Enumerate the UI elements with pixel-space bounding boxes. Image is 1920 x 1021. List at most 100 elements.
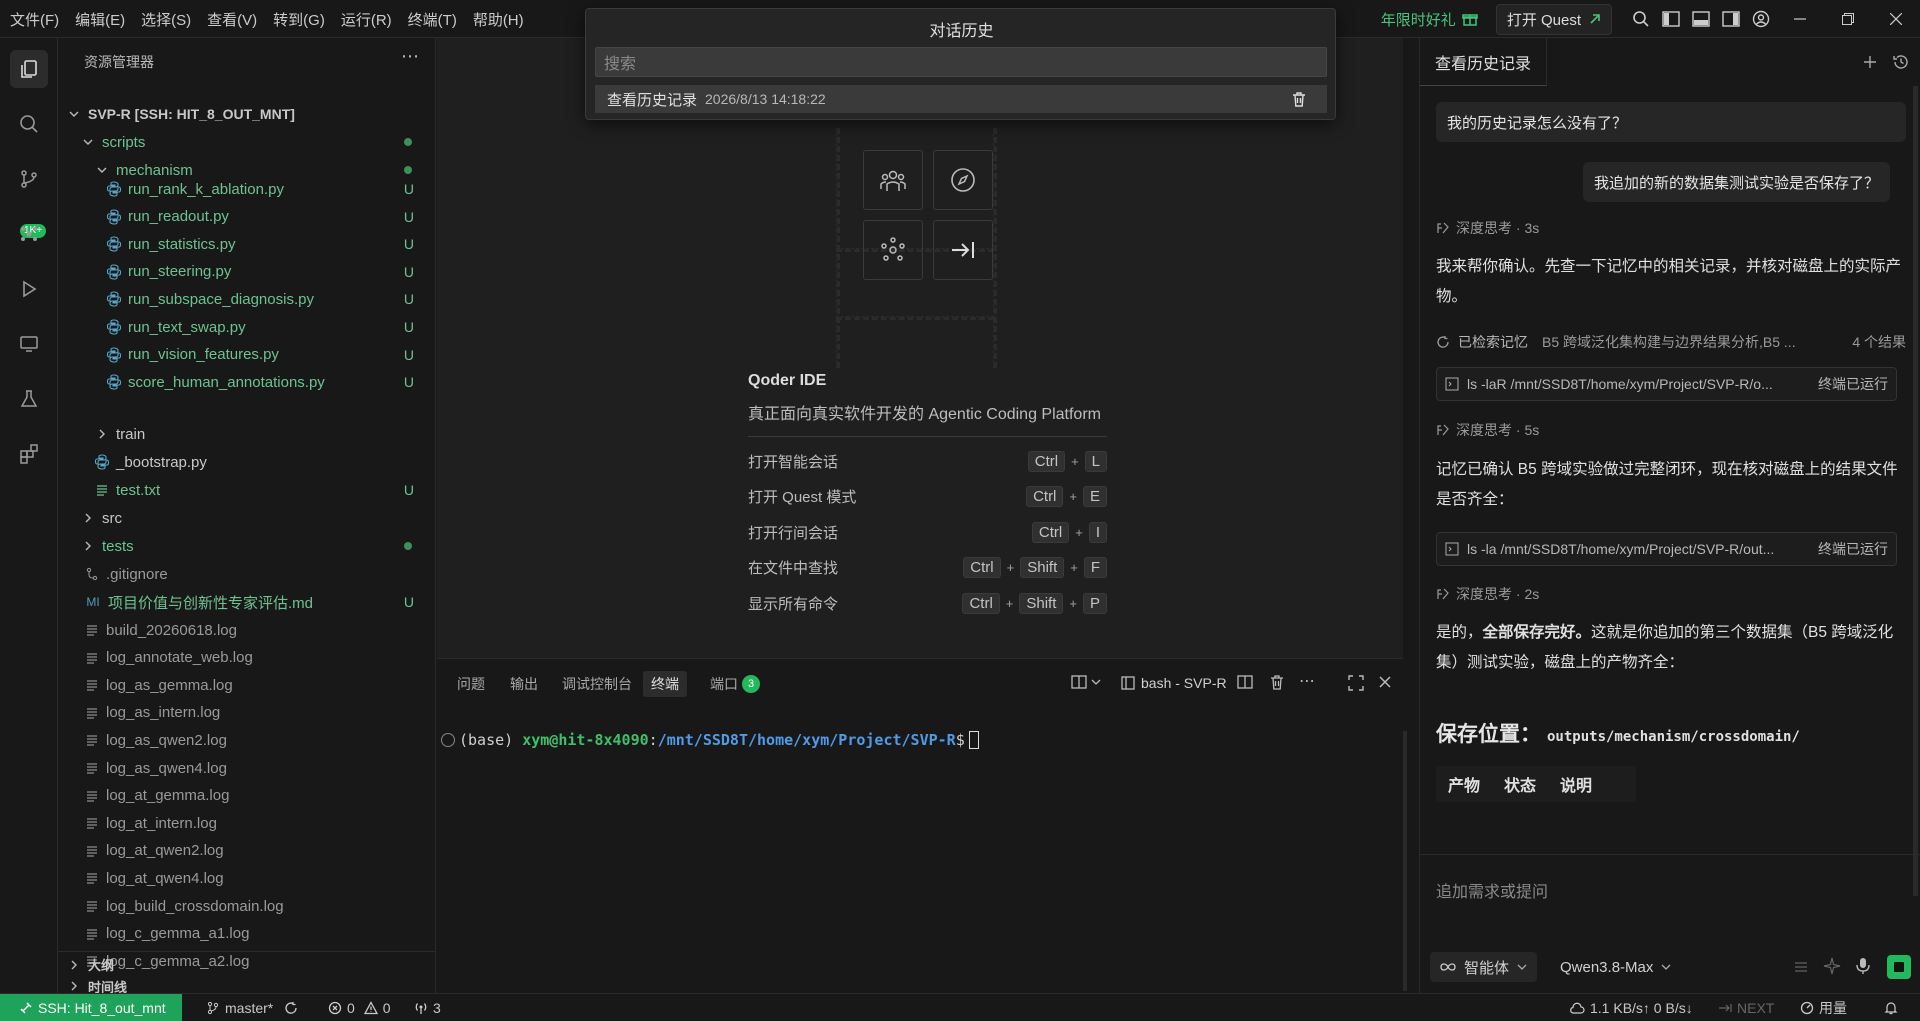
toggle-sidebar-icon[interactable] — [1656, 4, 1686, 34]
timeline-section[interactable]: 时间线 — [58, 979, 436, 995]
file-log-at-qwen4-log[interactable]: log_at_qwen4.log — [58, 865, 436, 891]
usage-indicator[interactable]: 用量 — [1800, 994, 1847, 1021]
terminal-tool-call[interactable]: ls -laR /mnt/SSD8T/home/xym/Project/SVP-… — [1436, 367, 1897, 401]
terminal-prompt[interactable]: (base) xym@hit-8x4090 : /mnt/SSD8T/home/… — [441, 731, 979, 749]
file-log-as-qwen4-log[interactable]: log_as_qwen4.log — [58, 755, 436, 781]
split-terminal-dropdown[interactable] — [1071, 675, 1101, 689]
file-run-subspace-diagnosis-py[interactable]: run_subspace_diagnosis.py U — [58, 286, 436, 312]
open-quest-button[interactable]: 打开 Quest — [1495, 3, 1612, 35]
more-icon[interactable]: ⋯ — [1299, 671, 1315, 691]
file-bootstrap[interactable]: _bootstrap.py — [58, 449, 436, 475]
restore-icon[interactable] — [1824, 0, 1872, 38]
extensions-icon[interactable] — [10, 435, 48, 473]
extensions-network-icon[interactable] — [10, 215, 48, 253]
history-item[interactable]: 查看历史记录 2026/8/13 14:18:22 — [595, 85, 1327, 113]
menu-file[interactable]: 文件(F) — [2, 9, 67, 30]
more-actions-icon[interactable]: ⋯ — [401, 46, 419, 67]
menu-view[interactable]: 查看(V) — [199, 9, 265, 30]
file-run-statistics-py[interactable]: run_statistics.py U — [58, 231, 436, 257]
chat-scrollbar[interactable] — [1913, 86, 1918, 896]
tree-root[interactable]: SVP-R [SSH: HIT_8_OUT_MNT] — [58, 101, 436, 127]
file-log-at-gemma-log[interactable]: log_at_gemma.log — [58, 783, 436, 809]
tab-terminal[interactable]: 终端 — [643, 671, 687, 697]
memory-retrieval[interactable]: 已检索记忆 B5 跨域泛化集构建与边界结果分析,B5 ... 4 个结果 — [1436, 332, 1906, 352]
team-icon[interactable] — [863, 150, 923, 210]
explorer-icon[interactable] — [10, 50, 48, 88]
menu-edit[interactable]: 编辑(E) — [67, 9, 133, 30]
file-run-readout-py[interactable]: run_readout.py U — [58, 204, 436, 230]
tab-output[interactable]: 输出 — [502, 671, 546, 697]
shortcut-row[interactable]: 打开 Quest 模式 Ctrl + E — [748, 484, 1107, 510]
file-log-build-crossdomain-log[interactable]: log_build_crossdomain.log — [58, 893, 436, 919]
file-run-rank-k-ablation-py[interactable]: run_rank_k_ablation.py U — [58, 176, 436, 202]
history-icon[interactable] — [1892, 53, 1910, 71]
bell-icon[interactable] — [1884, 994, 1898, 1021]
remote-explorer-icon[interactable] — [10, 325, 48, 363]
deep-think-indicator[interactable]: 深度思考 · 5s — [1436, 420, 1539, 440]
sync-icon[interactable] — [284, 1001, 298, 1015]
folder-scripts[interactable]: scripts — [58, 129, 436, 155]
problems-indicator[interactable]: 0 0 — [328, 994, 391, 1021]
remote-indicator[interactable]: SSH: Hit_8_out_mnt — [0, 994, 182, 1021]
file-log-annotate-web-log[interactable]: log_annotate_web.log — [58, 645, 436, 671]
git-branch[interactable]: master* — [206, 994, 298, 1021]
file-log-at-qwen2-log[interactable]: log_at_qwen2.log — [58, 838, 436, 864]
file-log-as-gemma-log[interactable]: log_as_gemma.log — [58, 672, 436, 698]
tab-problems[interactable]: 问题 — [449, 671, 493, 697]
trash-icon[interactable] — [1291, 91, 1307, 107]
file-log-c-gemma-a1-log[interactable]: log_c_gemma_a1.log — [58, 921, 436, 947]
terminal-tool-call[interactable]: ls -la /mnt/SSD8T/home/xym/Project/SVP-R… — [1436, 532, 1897, 566]
shortcut-row[interactable]: 打开行间会话 Ctrl + I — [748, 519, 1107, 545]
deep-think-indicator[interactable]: 深度思考 · 2s — [1436, 584, 1539, 604]
chat-tab[interactable]: 查看历史记录 — [1420, 38, 1548, 86]
network-speed[interactable]: 1.1 KB/s↑ 0 B/s↓ — [1569, 994, 1693, 1021]
folder-src[interactable]: src — [58, 505, 436, 531]
maximize-panel-icon[interactable] — [1348, 675, 1364, 691]
deep-think-indicator[interactable]: 深度思考 · 3s — [1436, 218, 1539, 238]
network-icon[interactable] — [863, 220, 923, 280]
stop-button[interactable] — [1887, 955, 1911, 979]
close-window-icon[interactable] — [1872, 0, 1920, 38]
file-test-txt[interactable]: test.txt U — [58, 477, 436, 503]
chat-input[interactable]: 追加需求或提问 — [1436, 878, 1548, 902]
file-score-human-annotations-py[interactable]: score_human_annotations.py U — [58, 369, 436, 395]
file-log-as-qwen2-log[interactable]: log_as_qwen2.log — [58, 727, 436, 753]
promo-link[interactable]: 年限时好礼 — [1381, 9, 1478, 30]
new-chat-icon[interactable] — [1863, 55, 1877, 69]
file-run-text-swap-py[interactable]: run_text_swap.py U — [58, 314, 436, 340]
search-view-icon[interactable] — [10, 105, 48, 143]
menu-selection[interactable]: 选择(S) — [133, 9, 199, 30]
menu-help[interactable]: 帮助(H) — [465, 9, 532, 30]
folder-train[interactable]: train — [58, 421, 436, 447]
arrow-right-to-line-icon[interactable] — [933, 220, 993, 280]
compass-icon[interactable] — [933, 150, 993, 210]
microphone-icon[interactable] — [1855, 957, 1871, 975]
source-control-icon[interactable] — [10, 160, 48, 198]
shortcut-row[interactable]: 打开智能会话 Ctrl + L — [748, 448, 1107, 474]
menu-terminal[interactable]: 终端(T) — [400, 9, 465, 30]
outline-section[interactable]: 大纲 — [58, 951, 436, 977]
file-gitignore[interactable]: .gitignore — [58, 561, 436, 587]
toggle-secondary-sidebar-icon[interactable] — [1716, 4, 1746, 34]
minimize-icon[interactable] — [1776, 0, 1824, 38]
ports-indicator[interactable]: 3 — [414, 994, 441, 1021]
split-pane-icon[interactable] — [1237, 675, 1253, 689]
history-search-input[interactable]: 搜索 — [595, 47, 1327, 77]
agent-mode-select[interactable]: 智能体 — [1430, 952, 1538, 982]
shortcut-row[interactable]: 在文件中查找 Ctrl + Shift + F — [748, 555, 1107, 581]
context-icon[interactable] — [1793, 959, 1809, 975]
tab-debug-console[interactable]: 调试控制台 — [554, 671, 640, 697]
shortcut-row[interactable]: 显示所有命令 Ctrl + Shift + P — [748, 590, 1107, 616]
kill-terminal-icon[interactable] — [1269, 674, 1285, 690]
menu-run[interactable]: 运行(R) — [333, 9, 400, 30]
terminal-scrollbar[interactable] — [1403, 731, 1407, 991]
file-log-at-intern-log[interactable]: log_at_intern.log — [58, 810, 436, 836]
file-build-20260618-log[interactable]: build_20260618.log — [58, 617, 436, 643]
file-log-as-intern-log[interactable]: log_as_intern.log — [58, 700, 436, 726]
menu-go[interactable]: 转到(G) — [265, 9, 333, 30]
close-panel-icon[interactable] — [1379, 676, 1391, 688]
file-run-vision-features-py[interactable]: run_vision_features.py U — [58, 342, 436, 368]
folder-tests[interactable]: tests — [58, 533, 436, 559]
tab-ports[interactable]: 端口 3 — [702, 671, 768, 697]
search-icon[interactable] — [1626, 4, 1656, 34]
